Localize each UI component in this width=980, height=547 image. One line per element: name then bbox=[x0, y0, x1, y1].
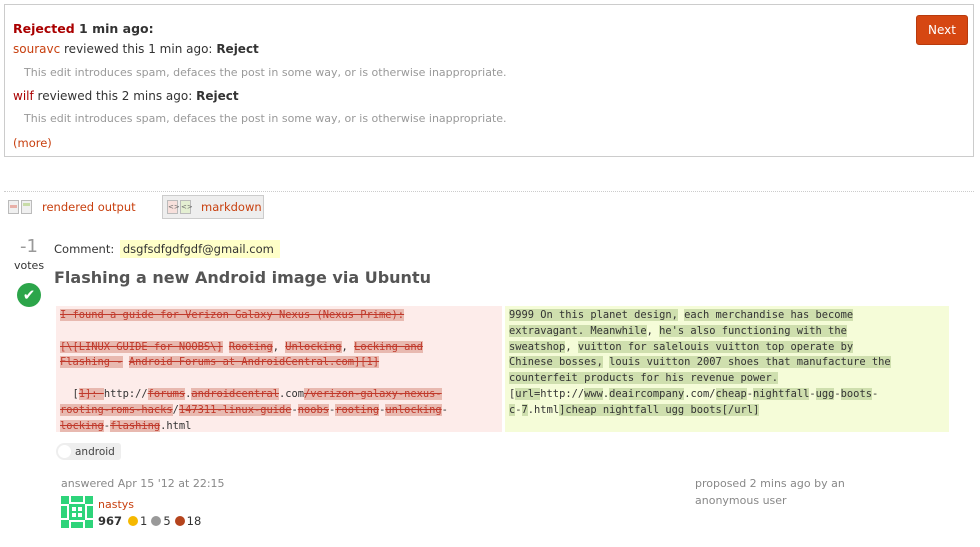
avatar[interactable] bbox=[61, 496, 93, 528]
code-icon: <> bbox=[180, 200, 193, 214]
next-button[interactable]: Next bbox=[916, 15, 968, 45]
deleted-text: [\[LINUX GUIDE for NOOBS\] bbox=[60, 340, 223, 353]
deleted-text: Flashing - bbox=[60, 356, 123, 369]
tab-label: markdown bbox=[201, 200, 262, 214]
inserted-text: sweatshop bbox=[509, 340, 566, 353]
user-stats: 967 1 5 18 bbox=[98, 514, 205, 528]
inserted-text: extravagant. Meanwhile bbox=[509, 324, 647, 337]
inserted-text: c bbox=[509, 403, 516, 416]
silver-badge-icon bbox=[151, 516, 162, 526]
diff-original: I found a guide for Verizon Galaxy Nexus… bbox=[56, 306, 502, 432]
inserted-text: counterfeit products for his revenue pow… bbox=[509, 372, 778, 385]
review-status: Rejected 1 min ago: bbox=[13, 21, 154, 36]
review-entry: souravc reviewed this 1 min ago: Reject bbox=[13, 42, 259, 56]
reviewer-link[interactable]: wilf bbox=[13, 89, 34, 103]
user-link[interactable]: nastys bbox=[98, 498, 134, 511]
tab-rendered-output[interactable]: rendered output bbox=[8, 195, 136, 219]
inserted-text: he's also functioning with the bbox=[659, 324, 847, 337]
inserted-text: www bbox=[584, 387, 603, 400]
inserted-text: ugg bbox=[815, 387, 835, 400]
answered-time: answered Apr 15 '12 at 22:15 bbox=[61, 477, 225, 490]
review-action: Reject bbox=[196, 89, 239, 103]
text: .com bbox=[279, 387, 305, 400]
deleted-text: rooting bbox=[335, 403, 380, 416]
status-word: Rejected bbox=[13, 21, 75, 36]
votes-label: votes bbox=[14, 259, 45, 272]
deleted-text: I found a guide for Verizon Galaxy Nexus… bbox=[60, 309, 405, 321]
inserted-text: ]cheap nightfall ugg boots[/url] bbox=[559, 403, 760, 416]
diff-side-icon bbox=[8, 200, 19, 214]
diff-proposed: 9999 On this planet design, each merchan… bbox=[505, 306, 949, 432]
diff-side-icon bbox=[21, 200, 32, 214]
review-reason: This edit introduces spam, defaces the p… bbox=[24, 112, 507, 125]
text: .com/ bbox=[684, 387, 716, 400]
inserted-text: louis vuitton 2007 shoes bbox=[609, 356, 766, 369]
review-action: Reject bbox=[216, 42, 259, 56]
text: .html bbox=[527, 403, 560, 416]
reviewer-link[interactable]: souravc bbox=[13, 42, 60, 56]
deleted-text: unlocking bbox=[385, 403, 442, 416]
review-reason: This edit introduces spam, defaces the p… bbox=[24, 66, 507, 79]
deleted-text: flashing bbox=[110, 419, 161, 432]
tab-label: rendered output bbox=[42, 200, 136, 214]
status-time: 1 min ago: bbox=[79, 21, 154, 36]
deleted-text: forums bbox=[147, 387, 186, 400]
edit-comment: Comment: dsgfsdfgdfgdf@gmail.com bbox=[54, 240, 280, 258]
deleted-text: 147311-linux-guide bbox=[178, 403, 292, 416]
bronze-count: 18 bbox=[186, 514, 202, 528]
deleted-text: 1]: bbox=[78, 387, 104, 400]
post-title: Flashing a new Android image via Ubuntu bbox=[54, 268, 431, 287]
gold-count: 1 bbox=[140, 514, 148, 528]
text: http:// bbox=[103, 387, 148, 400]
tag-android[interactable]: android bbox=[56, 443, 121, 460]
inserted-text: vuitton for salelouis vuitton top bbox=[577, 340, 791, 353]
inserted-text: that manufacture the bbox=[765, 356, 891, 369]
check-icon: ✔ bbox=[17, 283, 41, 307]
deleted-text: Android Forums at AndroidCentral.com][1] bbox=[128, 356, 380, 369]
deleted-text: locking bbox=[60, 419, 104, 432]
silver-count: 5 bbox=[163, 514, 171, 528]
text: http:// bbox=[540, 387, 585, 400]
bronze-badge-icon bbox=[174, 516, 185, 526]
deleted-text: /verizon-galaxy-nexus- bbox=[304, 387, 442, 400]
review-entry: wilf reviewed this 2 mins ago: Reject bbox=[13, 89, 239, 103]
vote-count: -1 bbox=[20, 236, 38, 257]
divider bbox=[4, 191, 974, 192]
inserted-text: each merchandise has become bbox=[684, 309, 854, 321]
tag-label: android bbox=[75, 445, 115, 458]
tab-markdown[interactable]: <> <> markdown bbox=[162, 195, 264, 219]
gold-badge-icon bbox=[128, 516, 139, 526]
inserted-text: nightfall bbox=[753, 387, 810, 400]
deleted-text: Locking and bbox=[354, 340, 423, 353]
tag-icon bbox=[58, 445, 71, 458]
deleted-text: Rooting bbox=[228, 340, 273, 353]
comment-label: Comment: bbox=[54, 242, 115, 256]
deleted-text: Unlocking bbox=[285, 340, 342, 353]
deleted-text: androidcentral bbox=[191, 387, 280, 400]
inserted-text: Chinese bosses, bbox=[509, 356, 603, 369]
inserted-text: deaircompany bbox=[609, 387, 685, 400]
comment-value: dsgfsdfgdfgdf@gmail.com bbox=[119, 240, 280, 258]
inserted-text: 9999 On this planet design, bbox=[509, 309, 678, 321]
reputation: 967 bbox=[98, 514, 123, 528]
inserted-text: url= bbox=[515, 387, 541, 400]
inserted-text: boots bbox=[840, 387, 872, 400]
deleted-text: rooting-roms-hacks bbox=[60, 403, 173, 416]
review-status-box: Rejected 1 min ago: souravc reviewed thi… bbox=[4, 4, 974, 157]
deleted-text: noobs bbox=[297, 403, 330, 416]
inserted-text: operate by bbox=[790, 340, 854, 353]
text: .html bbox=[160, 419, 192, 432]
review-text: reviewed this 2 mins ago: bbox=[37, 89, 193, 103]
proposed-by: proposed 2 mins ago by an anonymous user bbox=[695, 477, 845, 507]
code-icon: <> bbox=[167, 200, 180, 214]
inserted-text: cheap bbox=[715, 387, 747, 400]
review-text: reviewed this 1 min ago: bbox=[64, 42, 213, 56]
more-link[interactable]: (more) bbox=[13, 136, 52, 150]
